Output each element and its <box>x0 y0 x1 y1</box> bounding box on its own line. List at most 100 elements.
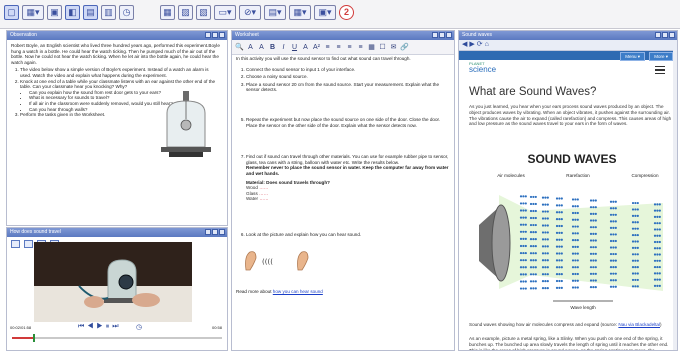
molecule-dot <box>555 238 559 241</box>
help-button[interactable]: ▣▾ <box>314 5 336 20</box>
molecule-dot <box>529 223 533 227</box>
molecule-dot <box>589 226 593 229</box>
presentation-button[interactable]: ▭▾ <box>214 5 236 20</box>
clock-icon[interactable]: ◷ <box>136 323 142 331</box>
caption-source-link[interactable]: Nau via Blackadeltal <box>618 322 660 327</box>
mail-icon[interactable]: ✉ <box>389 43 398 51</box>
layout-icon: ▦▾ <box>26 7 40 17</box>
molecule-dot <box>634 201 637 205</box>
close-button[interactable] <box>219 32 225 38</box>
link-icon[interactable]: 🔗 <box>400 43 409 51</box>
menu-dropdown[interactable]: Menu ▾ <box>620 52 645 61</box>
molecule-dot <box>658 222 661 225</box>
molecule-dot <box>589 219 593 222</box>
data-button[interactable]: ◧ <box>65 5 80 20</box>
hamburger-menu-icon[interactable] <box>655 66 665 75</box>
align-right-button[interactable]: ≡ <box>345 44 354 51</box>
worksheet-body[interactable]: In this activity you will use the sound … <box>236 56 450 295</box>
minimize-button[interactable] <box>655 32 661 38</box>
italic-button[interactable]: I <box>279 44 288 51</box>
molecule-dot <box>589 272 593 275</box>
molecule-dot <box>541 217 545 220</box>
molecule-dot <box>529 259 533 262</box>
molecule-dot <box>571 211 575 215</box>
molecule-dot <box>658 240 661 244</box>
superscript-button[interactable]: A² <box>312 44 321 51</box>
maximize-button[interactable] <box>212 32 218 38</box>
molecule-dot <box>609 220 613 223</box>
video-scrubber[interactable] <box>12 334 222 342</box>
capture-button[interactable]: ▤ <box>83 5 98 20</box>
align-left-button[interactable]: ≡ <box>323 44 332 51</box>
view-button[interactable]: ▣ <box>47 5 62 20</box>
answer-space[interactable] <box>246 95 450 115</box>
counter-badge[interactable]: 2 <box>339 5 354 20</box>
molecule-dot <box>541 280 545 283</box>
material-answer[interactable]: …… <box>259 191 268 196</box>
underline-button[interactable]: U <box>290 44 299 51</box>
molecule-dot <box>656 209 659 212</box>
layout-button[interactable]: ▦▾ <box>22 5 44 20</box>
molecule-dot <box>631 227 635 230</box>
timer-button[interactable]: ◷ <box>119 5 134 20</box>
molecule-dot <box>592 246 595 249</box>
molecule-dot <box>560 224 563 228</box>
box-button[interactable]: ☐ <box>378 43 387 51</box>
web-scrollbar[interactable] <box>673 50 677 350</box>
answer-space[interactable] <box>246 130 450 152</box>
molecule-dot <box>546 210 549 213</box>
close-button[interactable] <box>446 32 452 38</box>
zoom-button[interactable] <box>11 240 20 248</box>
more-dropdown[interactable]: More ▾ <box>649 52 673 61</box>
molecule-dot <box>544 259 547 262</box>
molecule-dot <box>609 233 613 236</box>
site-logo[interactable]: PLANET science <box>469 61 496 79</box>
image-button[interactable]: ▨ <box>178 5 193 20</box>
molecule-dot <box>589 259 593 262</box>
molecule-dot <box>658 284 661 287</box>
molecule-dot <box>636 208 639 211</box>
font-size-down-button[interactable]: A <box>246 44 255 51</box>
search-icon[interactable]: 🔍 <box>235 43 244 51</box>
font-color-button[interactable]: A <box>301 44 310 51</box>
bold-button[interactable]: B <box>268 44 277 51</box>
scrub-handle[interactable] <box>33 334 35 342</box>
material-answer[interactable]: …… <box>259 185 268 190</box>
minimize-button[interactable] <box>205 229 211 235</box>
font-size-up-button[interactable]: A <box>257 44 266 51</box>
molecule-dot <box>653 240 657 244</box>
sound-waves-diagram: SOUND WAVES Air molecules Rarefaction Co… <box>479 152 663 310</box>
minimize-button[interactable] <box>205 32 211 38</box>
molecule-dot <box>522 244 525 248</box>
read-more-link[interactable]: how you can hear sound <box>273 289 323 294</box>
sheet-button[interactable]: ▥ <box>101 5 116 20</box>
close-button[interactable] <box>669 32 675 38</box>
minimize-button[interactable] <box>432 32 438 38</box>
molecule-dot <box>636 221 639 224</box>
browser-nav-icons[interactable]: ◀▶⟳⌂ <box>462 40 491 48</box>
maximize-button[interactable] <box>212 229 218 235</box>
playback-buttons[interactable]: ⏮◀▶⏸⏭ <box>78 323 122 331</box>
observation-window-controls <box>205 32 225 39</box>
maximize-button[interactable] <box>439 32 445 38</box>
settings-button[interactable]: ▦▾ <box>289 5 311 20</box>
export-button[interactable]: ▤▾ <box>264 5 286 20</box>
molecule-dot <box>574 245 577 248</box>
molecule-dot <box>653 222 657 225</box>
material-answer[interactable]: …… <box>259 196 268 201</box>
align-center-button[interactable]: ≡ <box>334 44 343 51</box>
video-frame[interactable] <box>34 242 192 322</box>
molecule-dot <box>519 230 523 233</box>
molecule-dot <box>524 280 527 283</box>
read-more-prefix: Read more about <box>236 289 273 295</box>
frame-button[interactable] <box>24 240 33 248</box>
maximize-button[interactable] <box>662 32 668 38</box>
insert-frame-button[interactable]: ▢ <box>4 5 19 20</box>
material-name: Water <box>246 196 259 202</box>
display-button[interactable]: ▧ <box>196 5 211 20</box>
grid-button[interactable]: ▦ <box>160 5 175 20</box>
tools-button[interactable]: ⊘▾ <box>239 5 261 20</box>
table-button[interactable]: ▦ <box>367 43 376 51</box>
list-button[interactable]: ≡ <box>356 44 365 51</box>
close-button[interactable] <box>219 229 225 235</box>
